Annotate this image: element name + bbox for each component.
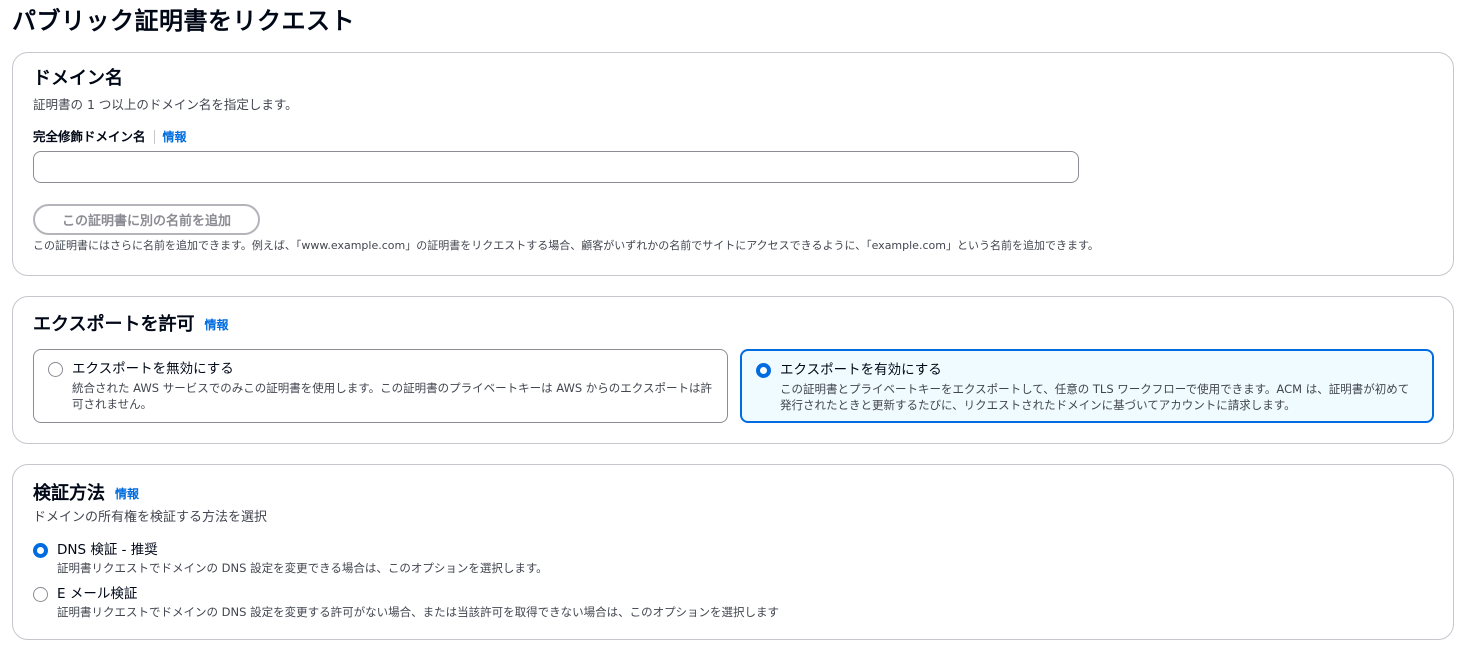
option-title: エクスポートを有効にする <box>780 362 942 378</box>
fqdn-input[interactable] <box>33 151 1079 183</box>
section-title-row: 検証方法 情報 <box>33 481 139 507</box>
validation-method-section: 検証方法 情報 ドメインの所有権を検証する方法を選択 DNS 検証 - 推奨 証… <box>12 464 1454 640</box>
validation-info-link[interactable]: 情報 <box>115 481 139 507</box>
section-title: 検証方法 <box>33 483 105 504</box>
option-description: この証明書とプライベートキーをエクスポートして、任意の TLS ワークフローで使… <box>780 382 1410 412</box>
option-title: エクスポートを無効にする <box>72 361 234 377</box>
section-title: エクスポートを許可 <box>33 314 195 335</box>
radio-button-selected[interactable] <box>33 543 48 558</box>
option-description: 証明書リクエストでドメインの DNS 設定を変更できる場合は、このオプションを選… <box>57 561 548 575</box>
domain-name-section: ドメイン名 証明書の 1 つ以上のドメイン名を指定します。 完全修飾ドメイン名 … <box>12 52 1454 276</box>
add-another-name-button[interactable]: この証明書に別の名前を追加 <box>33 204 260 235</box>
radio-button[interactable] <box>48 362 63 377</box>
label-divider <box>153 130 155 144</box>
fqdn-info-link[interactable]: 情報 <box>163 128 187 146</box>
option-description: 統合された AWS サービスでのみこの証明書を使用します。この証明書のプライベー… <box>72 381 712 411</box>
option-title: E メール検証 <box>57 586 138 602</box>
disable-export-option[interactable]: エクスポートを無効にする 統合された AWS サービスでのみこの証明書を使用しま… <box>33 349 728 423</box>
fqdn-label-row: 完全修飾ドメイン名 情報 <box>33 128 187 146</box>
export-info-link[interactable]: 情報 <box>204 312 228 338</box>
section-title-row: エクスポートを許可 情報 <box>33 312 228 338</box>
fqdn-label: 完全修飾ドメイン名 <box>33 129 146 144</box>
section-title: ドメイン名 <box>33 68 123 89</box>
allow-export-section: エクスポートを許可 情報 エクスポートを無効にする 統合された AWS サービス… <box>12 296 1454 444</box>
add-name-hint: この証明書にはさらに名前を追加できます。例えば、「www.example.com… <box>33 239 1099 252</box>
section-description: ドメインの所有権を検証する方法を選択 <box>33 510 268 525</box>
page-title: パブリック証明書をリクエスト <box>12 7 355 35</box>
radio-button-selected[interactable] <box>756 363 771 378</box>
option-description: 証明書リクエストでドメインの DNS 設定を変更する許可がない場合、または当該許… <box>57 605 780 619</box>
enable-export-option[interactable]: エクスポートを有効にする この証明書とプライベートキーをエクスポートして、任意の… <box>740 349 1434 423</box>
radio-button[interactable] <box>33 587 48 602</box>
option-title: DNS 検証 - 推奨 <box>57 542 158 558</box>
section-description: 証明書の 1 つ以上のドメイン名を指定します。 <box>33 97 298 112</box>
